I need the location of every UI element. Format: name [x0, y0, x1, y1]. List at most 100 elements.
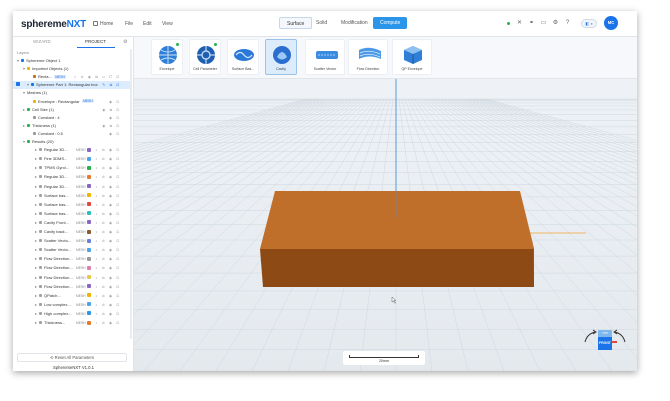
result-row[interactable]: ▸ Surface bas... MESH ◐ ⊘ ◉ ⊡ — [13, 192, 131, 200]
row-action-icons[interactable]: ◐ ⊘ ◉ ⊡ — [95, 255, 121, 263]
tool-surface-bas[interactable]: Surface Bas... — [227, 39, 259, 75]
result-row[interactable]: ▸ Surface bas... MESH ◐ ⊘ ◉ ⊡ — [13, 210, 131, 218]
app-logo[interactable]: spheremeNXT — [21, 19, 86, 30]
result-color-swatch[interactable] — [87, 302, 91, 307]
result-color-swatch[interactable] — [87, 229, 91, 234]
chat-icon[interactable]: ▭ — [540, 20, 547, 27]
tab-project[interactable]: PROJECT — [85, 39, 106, 47]
row-action-icons[interactable]: ◐ ⊘ ◉ ⊡ — [95, 237, 121, 245]
tool-qp-envelope[interactable]: QP Envelope — [392, 39, 432, 75]
result-color-swatch[interactable] — [87, 311, 91, 316]
result-color-swatch[interactable] — [87, 256, 91, 261]
result-row[interactable]: ▸ Surface bas... MESH ◐ ⊘ ◉ ⊡ — [13, 201, 131, 209]
menu-edit[interactable]: Edit — [143, 21, 152, 27]
row-action-icons[interactable]: ◐ ⊘ ◉ ⊡ — [95, 173, 121, 181]
layer-checkbox[interactable] — [16, 82, 20, 87]
tool-scatter-vector[interactable]: Scatter Vector — [305, 39, 345, 75]
result-color-swatch[interactable] — [87, 193, 91, 198]
result-color-swatch[interactable] — [87, 147, 91, 152]
tool-cell-parameter[interactable]: Cell Parameter — [189, 39, 221, 75]
result-row[interactable]: ▸ Scatter Vecto... MESH ◐ ⊘ ◉ ⊡ — [13, 246, 131, 254]
result-color-swatch[interactable] — [87, 275, 91, 279]
result-color-swatch[interactable] — [87, 238, 91, 243]
result-color-swatch[interactable] — [87, 184, 91, 188]
view-cube-top[interactable]: TOP — [598, 330, 612, 337]
tree-row[interactable]: ▾ Sphereme Part 1: Rectangular box ✎ ⧉ ⊡ — [13, 81, 131, 90]
row-action-icons[interactable]: ◉ ⊡ — [109, 130, 121, 138]
menu-file[interactable]: File — [125, 21, 133, 27]
row-action-icons[interactable]: ◐ ⊘ ◉ ⊡ — [95, 310, 121, 318]
row-action-icons[interactable]: ✎ ⧉ ⊡ — [102, 81, 121, 89]
tree-row[interactable]: Constant : 0.5 ◉ ⊡ — [13, 130, 131, 138]
panel-scrollbar[interactable] — [130, 49, 132, 339]
row-action-icons[interactable]: ◐ ⊘ ◉ ⊡ — [95, 301, 121, 309]
tab-surface[interactable]: Surface — [279, 17, 313, 29]
tree-row[interactable]: ▾ Meshes (1) — [13, 89, 131, 97]
row-action-icons[interactable]: ◐ ⊘ ◉ ⊡ — [95, 183, 121, 191]
result-row[interactable]: ▸ High complex... MESH ◐ ⊘ ◉ ⊡ — [13, 310, 131, 318]
row-action-icons[interactable]: ◐ ⊘ ◉ ⊡ — [95, 192, 121, 200]
tree-row[interactable]: Recta... MESH ◐ ⊘ ◉ ⧉ ▭ ⧠ ⊡ — [13, 73, 131, 81]
result-color-swatch[interactable] — [87, 247, 91, 252]
tree-row[interactable]: ▾ Sphereme Object 1 — [13, 57, 131, 65]
help-icon[interactable]: ? — [564, 20, 571, 27]
tree-row[interactable]: ▸ Cell Size (1) ◉ ⧉ ⊡ — [13, 106, 131, 114]
viewport-canvas[interactable] — [134, 79, 637, 371]
row-action-icons[interactable]: ◐ ⊘ ◉ ⊡ — [95, 283, 121, 291]
tool-envelope[interactable]: Envelope — [151, 39, 183, 75]
result-row[interactable]: ▸ Regular 3D... MESH ◐ ⊘ ◉ ⊡ — [13, 146, 131, 154]
link-icon[interactable]: ⚭ — [528, 20, 535, 27]
result-color-swatch[interactable] — [87, 156, 91, 161]
row-action-icons[interactable]: ◐ ⊘ ◉ ⧉ ▭ ⧠ ⊡ — [74, 73, 121, 81]
tree-row[interactable]: ▾ Results (20) — [13, 138, 131, 146]
row-action-icons[interactable]: ◉ ⧉ ⊡ — [102, 122, 121, 130]
result-color-swatch[interactable] — [87, 174, 91, 179]
result-row[interactable]: ▸ Regular 3D... MESH ◐ ⊘ ◉ ⊡ — [13, 173, 131, 181]
result-row[interactable]: ▸ Thickness... MESH ◐ ⊘ ◉ ⊡ — [13, 319, 131, 327]
row-action-icons[interactable]: ◉ ⊡ — [109, 98, 121, 106]
result-color-swatch[interactable] — [87, 284, 91, 289]
result-row[interactable]: ▸ Fine 3DMS... MESH ◐ ⊘ ◉ ⊡ — [13, 155, 131, 163]
avatar[interactable]: MC — [604, 16, 618, 30]
row-action-icons[interactable]: ◐ ⊘ ◉ ⊡ — [95, 264, 121, 272]
result-row[interactable]: ▸ Flow Direction... MESH ◐ ⊘ ◉ ⊡ — [13, 274, 131, 282]
tab-compute[interactable]: Compute — [373, 17, 408, 29]
result-row[interactable]: ▸ Flow Direction... MESH ◐ ⊘ ◉ ⊡ — [13, 255, 131, 263]
result-color-swatch[interactable] — [87, 293, 91, 298]
reset-all-parameters-button[interactable]: ⟲ Reset All Parameters — [17, 353, 127, 362]
tool-cavity[interactable]: Cavity — [265, 39, 297, 75]
view-cube[interactable]: TOP FRONT — [581, 324, 629, 364]
tree-row[interactable]: ▾ Imported Objects (1) — [13, 65, 131, 73]
tab-wizard[interactable]: WIZARD — [33, 39, 51, 47]
row-action-icons[interactable]: ◐ ⊘ ◉ ⊡ — [95, 219, 121, 227]
result-color-swatch[interactable] — [87, 202, 91, 207]
view-cube-front[interactable]: FRONT — [598, 337, 612, 350]
row-action-icons[interactable]: ◐ ⊘ ◉ ⊡ — [95, 164, 121, 172]
result-row[interactable]: ▸ QPatch... MESH ◐ ⊘ ◉ ⊡ — [13, 292, 131, 300]
result-row[interactable]: ▸ Cavity Front... MESH ◐ ⊘ ◉ ⊡ — [13, 219, 131, 227]
tab-modification[interactable]: Modification — [334, 17, 375, 29]
toggle-pill[interactable]: ◧ ◑ — [581, 19, 597, 28]
menu-home[interactable]: Home — [93, 21, 113, 27]
tree-row[interactable]: Constant : 4 ◉ ⊡ — [13, 114, 131, 122]
settings-icon[interactable]: ⚙ — [552, 20, 559, 27]
row-action-icons[interactable]: ◐ ⊘ ◉ ⊡ — [95, 210, 121, 218]
result-row[interactable]: ▸ Low complex... MESH ◐ ⊘ ◉ ⊡ — [13, 301, 131, 309]
result-color-swatch[interactable] — [87, 220, 91, 225]
row-action-icons[interactable]: ◐ ⊘ ◉ ⊡ — [95, 292, 121, 300]
row-action-icons[interactable]: ◐ ⊘ ◉ ⊡ — [95, 201, 121, 209]
row-action-icons[interactable]: ◐ ⊘ ◉ ⊡ — [95, 319, 121, 327]
row-action-icons[interactable]: ◐ ⊘ ◉ ⊡ — [95, 274, 121, 282]
result-row[interactable]: ▸ Flow Direction... MESH ◐ ⊘ ◉ ⊡ — [13, 264, 131, 272]
result-row[interactable]: ▸ Cavity back... MESH ◐ ⊘ ◉ ⊡ — [13, 228, 131, 236]
row-action-icons[interactable]: ◐ ⊘ ◉ ⊡ — [95, 228, 121, 236]
result-color-swatch[interactable] — [87, 211, 91, 216]
3d-viewport[interactable]: 20mm TOP FRONT — [134, 79, 637, 371]
result-row[interactable]: ▸ Regular 3D... MESH ◐ ⊘ ◉ ⊡ — [13, 183, 131, 191]
result-color-swatch[interactable] — [87, 320, 91, 325]
tab-solid[interactable]: Solid — [309, 17, 334, 29]
panel-settings-icon[interactable]: ⚙ — [123, 39, 127, 45]
row-action-icons[interactable]: ◉ ⊡ — [109, 114, 121, 122]
close-x-icon[interactable]: ✕ — [516, 20, 523, 27]
row-action-icons[interactable]: ◉ ⧉ ⊡ — [102, 106, 121, 114]
